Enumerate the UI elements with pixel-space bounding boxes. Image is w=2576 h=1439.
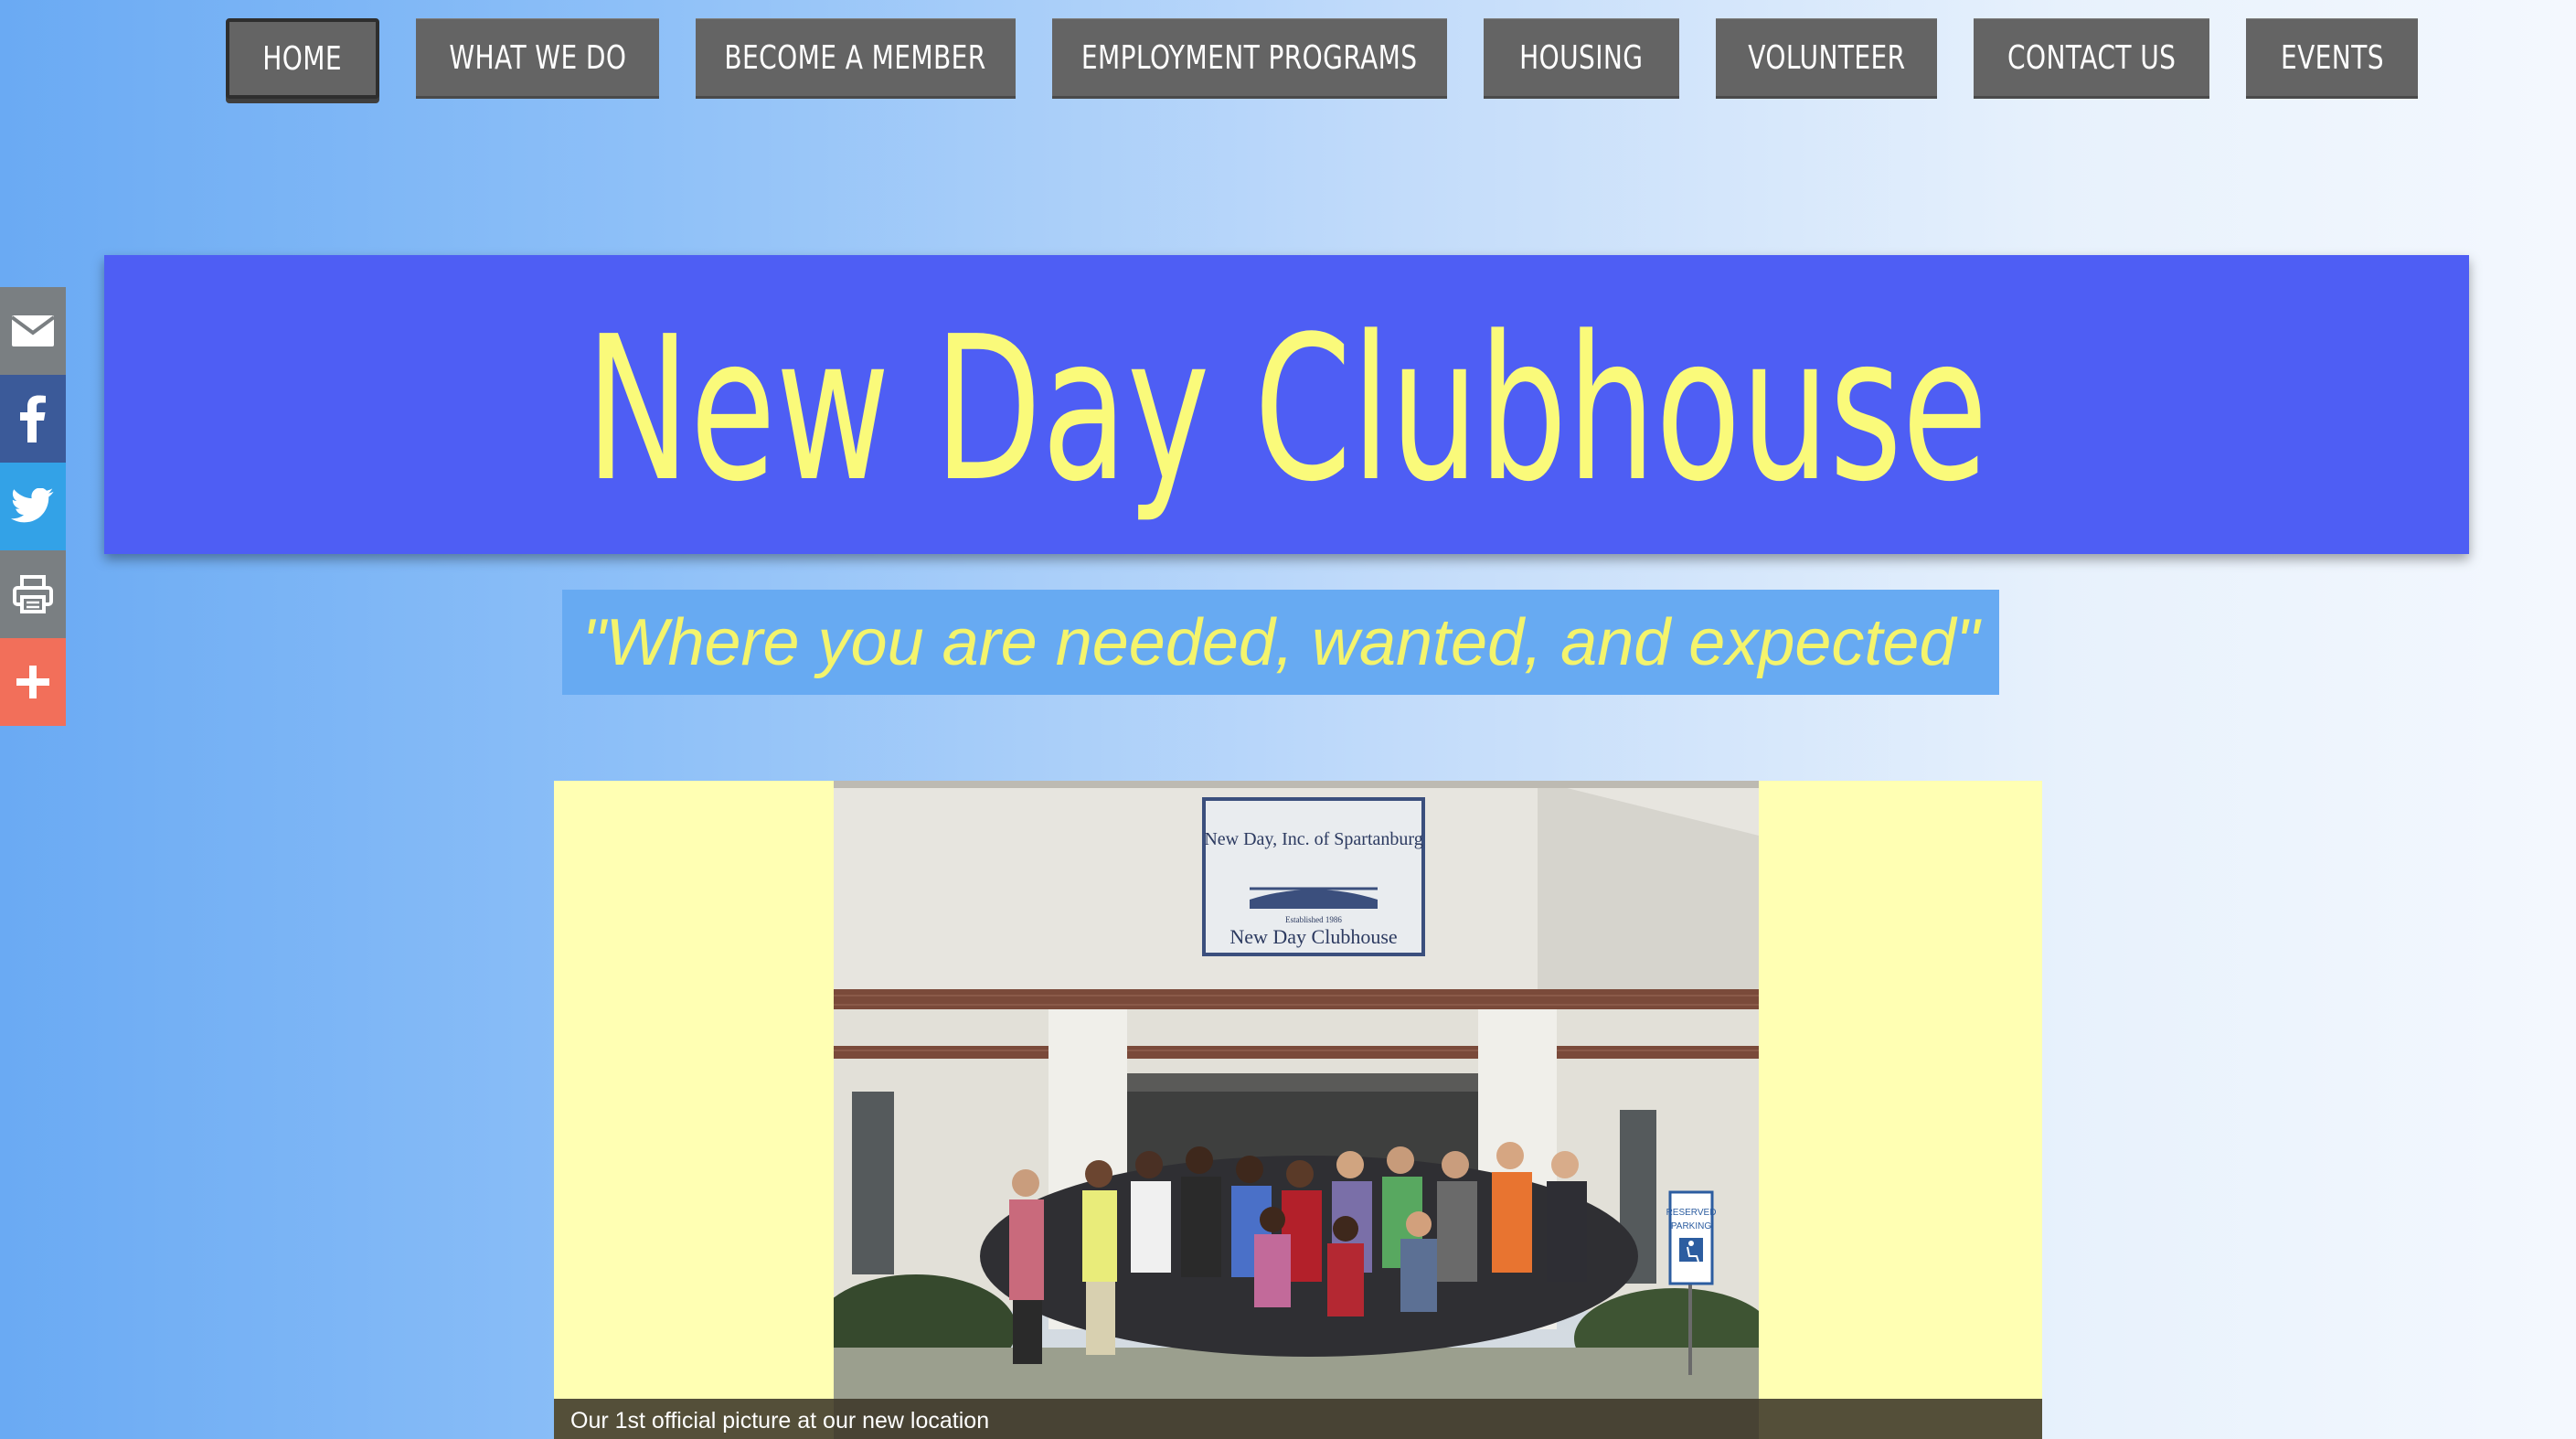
facebook-icon — [20, 395, 46, 442]
tagline-box: "Where you are needed, wanted, and expec… — [562, 590, 1999, 695]
nav-label: HOME — [262, 39, 343, 78]
plus-icon — [16, 666, 49, 698]
twitter-icon — [11, 488, 54, 523]
email-share-button[interactable] — [0, 287, 66, 375]
nav-item-employment-programs[interactable]: EMPLOYMENT PROGRAMS — [1052, 18, 1447, 99]
share-rail — [0, 287, 66, 726]
building-sign-est: Established 1986 — [1285, 915, 1342, 924]
print-button[interactable] — [0, 550, 66, 638]
main-nav: HOME WHAT WE DO BECOME A MEMBER EMPLOYME… — [226, 18, 2418, 99]
nav-item-contact-us[interactable]: CONTACT US — [1974, 18, 2209, 99]
clubhouse-group-photo: New Day, Inc. of Spartanburg Established… — [834, 781, 1759, 1439]
site-title: New Day Clubhouse — [585, 293, 1988, 526]
nav-label: HOUSING — [1519, 38, 1644, 77]
photo-slideshow[interactable]: New Day, Inc. of Spartanburg Established… — [554, 781, 2042, 1439]
nav-label: VOLUNTEER — [1747, 38, 1906, 77]
nav-label: CONTACT US — [2007, 38, 2177, 77]
more-share-button[interactable] — [0, 638, 66, 726]
facebook-share-button[interactable] — [0, 375, 66, 463]
nav-item-housing[interactable]: HOUSING — [1484, 18, 1679, 99]
nav-label: WHAT WE DO — [448, 38, 627, 77]
nav-item-volunteer[interactable]: VOLUNTEER — [1716, 18, 1937, 99]
parking-sign-line2: PARKING — [1671, 1221, 1711, 1231]
nav-item-what-we-do[interactable]: WHAT WE DO — [416, 18, 659, 99]
nav-item-home[interactable]: HOME — [226, 18, 379, 99]
envelope-icon — [11, 315, 55, 346]
nav-label: BECOME A MEMBER — [724, 38, 987, 77]
nav-label: EMPLOYMENT PROGRAMS — [1081, 38, 1418, 77]
building-sign-name: New Day Clubhouse — [1229, 925, 1397, 948]
twitter-share-button[interactable] — [0, 463, 66, 550]
slideshow-caption: Our 1st official picture at our new loca… — [570, 1408, 990, 1434]
print-icon — [13, 575, 53, 613]
building-sign-arc: New Day, Inc. of Spartanburg — [1204, 829, 1422, 849]
site-title-banner: New Day Clubhouse — [104, 255, 2469, 554]
parking-sign-line1: RESERVED — [1666, 1208, 1717, 1218]
nav-label: EVENTS — [2280, 38, 2384, 77]
slideshow-caption-bar: Our 1st official picture at our new loca… — [554, 1399, 2042, 1439]
nav-item-events[interactable]: EVENTS — [2246, 18, 2418, 99]
tagline: "Where you are needed, wanted, and expec… — [581, 605, 1980, 679]
nav-item-become-a-member[interactable]: BECOME A MEMBER — [696, 18, 1016, 99]
